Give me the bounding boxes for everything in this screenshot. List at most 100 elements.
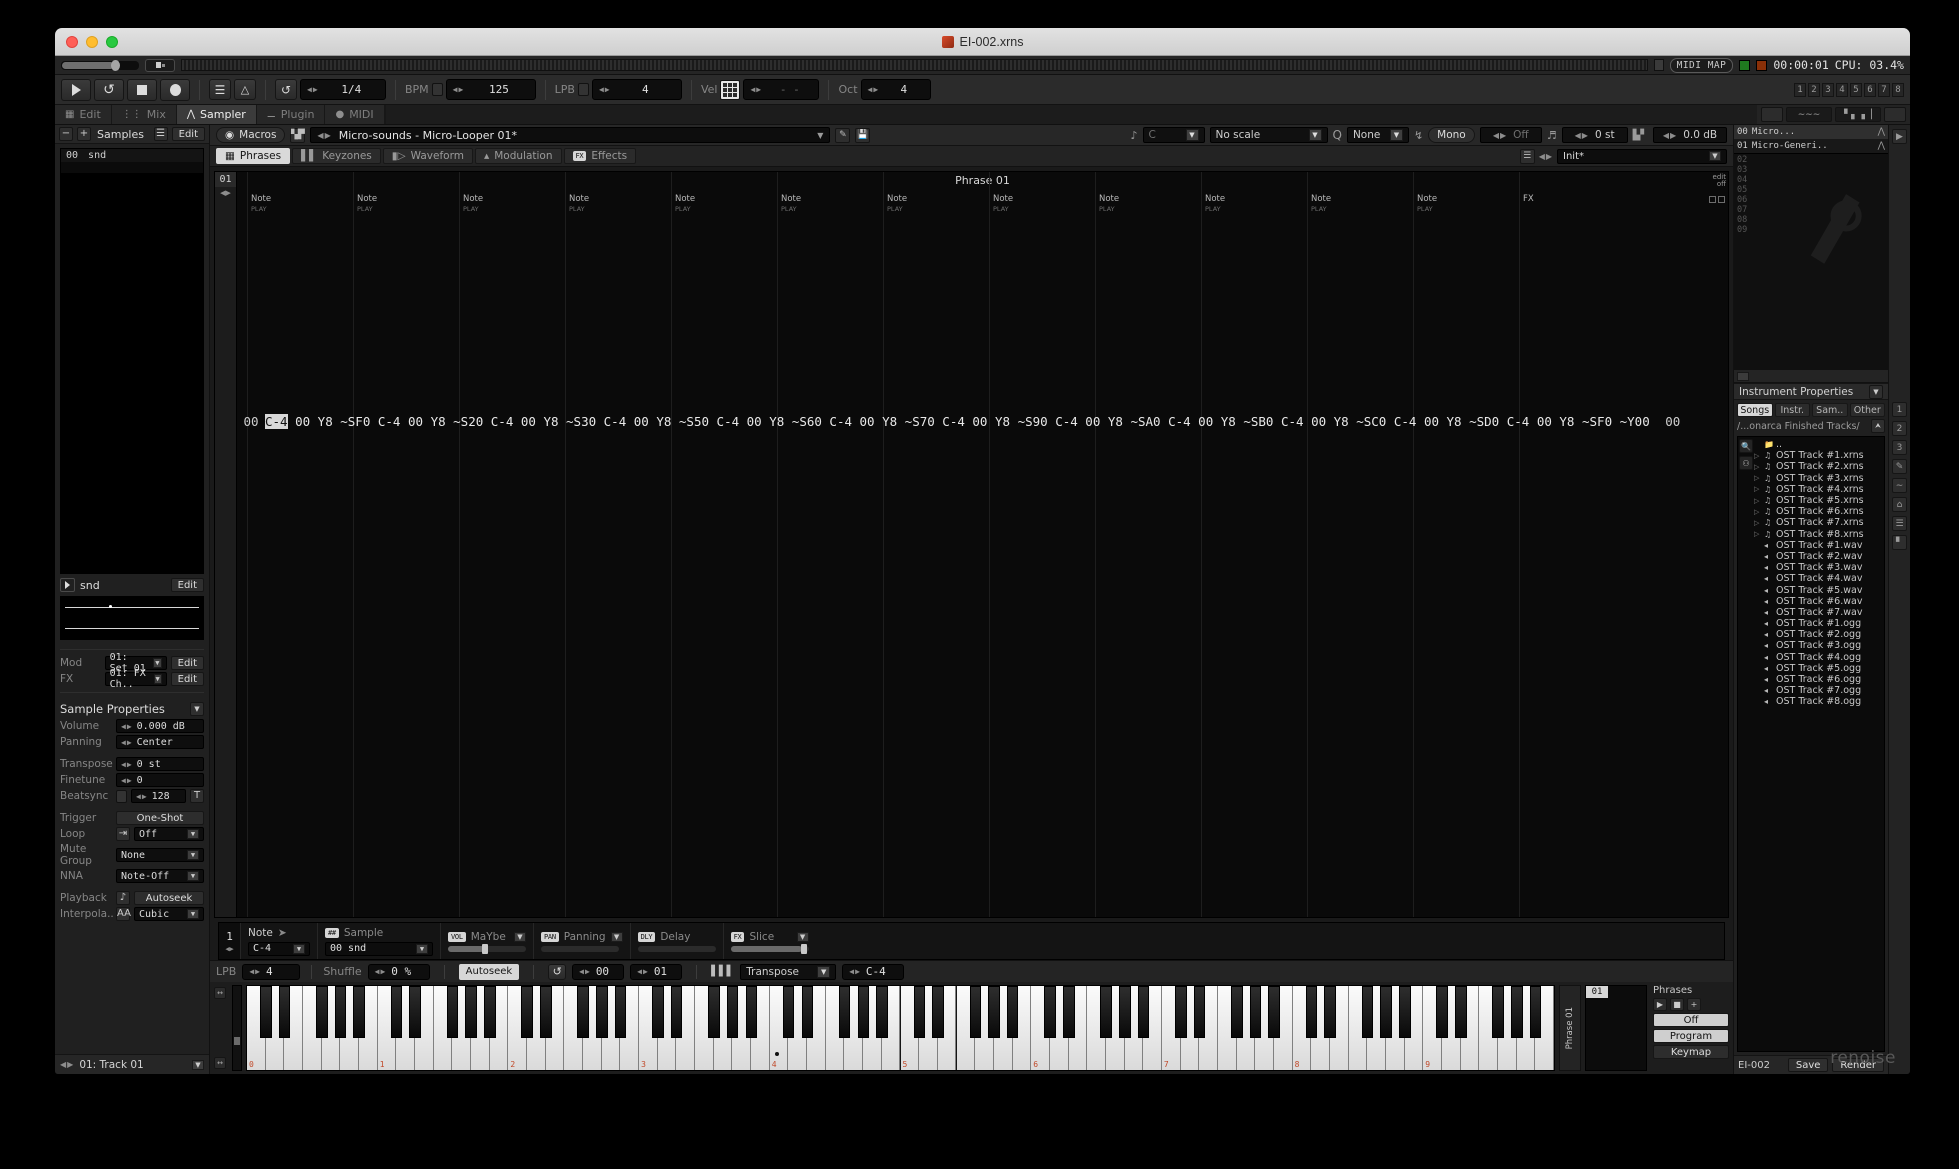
spin-arrows[interactable]: ◀▶ xyxy=(868,85,880,94)
chevron-down-icon[interactable]: ▼ xyxy=(187,829,199,839)
loop-start-field[interactable]: ◀▶ 00 xyxy=(572,963,625,980)
trigger-button[interactable]: One-Shot xyxy=(116,811,204,825)
finetune-field[interactable]: ◀▶ 0 xyxy=(116,773,204,787)
mixer-icon[interactable]: ▘ xyxy=(1892,535,1907,550)
beatsync-toggle[interactable] xyxy=(116,789,127,803)
column-header[interactable]: Note PLAY xyxy=(675,194,695,213)
list-item[interactable]: ▷ ♫ OST Track #4.xrns xyxy=(1754,484,1884,495)
spin-arrows[interactable]: ◀▶ xyxy=(249,967,261,976)
list-item[interactable]: ◂ OST Track #2.ogg xyxy=(1754,629,1884,640)
spin-arrows[interactable]: ◀▶ xyxy=(317,131,331,140)
midi-map-button[interactable]: MIDI MAP xyxy=(1669,57,1734,73)
expand-triangle-icon[interactable]: ▷ xyxy=(1754,474,1761,482)
spin-arrows[interactable]: ◀▶ xyxy=(220,189,231,197)
piano-black-key[interactable] xyxy=(745,986,758,1039)
velocity-pad[interactable] xyxy=(720,79,741,100)
interpolation-dropdown[interactable]: Cubic ▼ xyxy=(134,907,204,921)
remove-sample-button[interactable]: − xyxy=(59,127,73,141)
piano-black-key[interactable] xyxy=(465,986,478,1039)
instrument-name-field[interactable]: ◀▶ Micro-sounds - Micro-Looper 01* ▼ xyxy=(310,127,831,143)
spin-arrows[interactable]: ◀▶ xyxy=(579,967,591,976)
chevron-down-icon[interactable]: ▼ xyxy=(817,965,831,978)
chevron-down-icon[interactable]: ▼ xyxy=(1185,129,1199,141)
piano-black-key[interactable] xyxy=(1174,986,1187,1039)
expand-triangle-icon[interactable]: ▷ xyxy=(1754,485,1761,493)
phrase-stop-icon[interactable]: ■ xyxy=(1670,998,1684,1011)
browser-path[interactable]: /...onarca Finished Tracks/ xyxy=(1737,421,1868,432)
phrase-editor[interactable]: 01 ◀▶ Phrase 01 edit off Note PLAY Note PLA… xyxy=(214,171,1729,918)
speaker-icon[interactable]: ♪ xyxy=(116,891,130,905)
phrase-loop-icon[interactable]: ↺ xyxy=(548,963,567,980)
list-item[interactable]: ▷ ♫ OST Track #2.xrns xyxy=(1754,461,1884,472)
keyboard-scroll-right-icon[interactable]: ↔ xyxy=(214,1057,226,1069)
spin-arrows[interactable]: ◀▶ xyxy=(599,85,611,94)
list-item[interactable]: ◂ OST Track #5.ogg xyxy=(1754,663,1884,674)
piano-black-key[interactable] xyxy=(521,986,534,1039)
seq-slot[interactable]: 4 xyxy=(1836,82,1848,97)
glide-field[interactable]: ◀▶ Off xyxy=(1479,127,1542,143)
velocity-field[interactable]: ◀▶ - - xyxy=(743,79,820,100)
spin-arrows[interactable]: ◀▶ xyxy=(849,967,861,976)
column-header[interactable]: Note PLAY xyxy=(1311,194,1331,213)
piano-black-key[interactable] xyxy=(652,986,664,1039)
seq-slot[interactable]: 7 xyxy=(1878,82,1890,97)
list-item[interactable]: ◂ OST Track #2.wav xyxy=(1754,551,1884,562)
piano-black-key[interactable] xyxy=(1361,986,1374,1039)
piano-black-key[interactable] xyxy=(409,986,421,1039)
piano-black-key[interactable] xyxy=(334,986,347,1039)
search-icon[interactable]: 🔍 xyxy=(1739,439,1753,453)
piano-black-key[interactable] xyxy=(316,986,328,1039)
loop-dropdown[interactable]: Off ▼ xyxy=(134,827,204,841)
master-scope-button[interactable] xyxy=(145,58,175,72)
autoseek-button[interactable]: Autoseek xyxy=(458,963,520,980)
tab-waveform[interactable]: ▮▷ Waveform xyxy=(382,148,473,164)
list-item[interactable]: ◂ OST Track #4.ogg xyxy=(1754,652,1884,663)
instrument-transpose-field[interactable]: ◀▶ 0 st xyxy=(1561,127,1628,143)
list-item[interactable]: ▷ ♫ OST Track #5.xrns xyxy=(1754,495,1884,506)
tab-plugin[interactable]: ⚊ Plugin xyxy=(256,105,326,124)
macros-button[interactable]: ◉ Macros xyxy=(216,127,286,143)
tab-songs[interactable]: Songs xyxy=(1737,403,1773,417)
tab-samples[interactable]: Sam.. xyxy=(1812,403,1848,417)
piano-black-key[interactable] xyxy=(838,986,851,1039)
shuffle-field[interactable]: ◀▶ 0 % xyxy=(367,963,430,980)
seq-slot[interactable]: 6 xyxy=(1864,82,1876,97)
edit-step-loop-icon[interactable]: ↺ xyxy=(275,79,297,100)
preset-dropdown[interactable]: Init* ▼ xyxy=(1557,148,1727,164)
list-item[interactable]: ◂ OST Track #6.ogg xyxy=(1754,674,1884,685)
chevron-down-icon[interactable]: ▼ xyxy=(817,131,823,140)
note-column-index[interactable]: 1 ◀▶ xyxy=(219,923,241,959)
piano-black-key[interactable] xyxy=(1380,986,1392,1039)
piano-black-key[interactable] xyxy=(1100,986,1112,1039)
pattern-matrix-icon[interactable]: 3 xyxy=(1892,440,1907,455)
chevron-down-icon[interactable]: ▼ xyxy=(153,658,162,668)
tab-phrases[interactable]: ▦ Phrases xyxy=(216,148,291,164)
spin-arrows[interactable]: ◀▶ xyxy=(637,967,649,976)
piano-black-key[interactable] xyxy=(801,986,814,1039)
phrase-play-icon[interactable]: ▶ xyxy=(1653,998,1667,1011)
column-header[interactable]: Note PLAY xyxy=(1099,194,1119,213)
tab-instruments[interactable]: Instr. xyxy=(1774,403,1810,417)
piano-black-key[interactable] xyxy=(1193,986,1206,1039)
scope-icon[interactable]: ∼ xyxy=(1892,478,1907,493)
piano-black-key[interactable] xyxy=(1006,986,1019,1039)
piano-black-key[interactable] xyxy=(726,986,739,1039)
chevron-down-icon[interactable]: ▼ xyxy=(1389,129,1403,141)
piano-black-key[interactable] xyxy=(1324,986,1336,1039)
key-dropdown[interactable]: C ▼ xyxy=(1142,127,1205,143)
loop-range-icon[interactable]: ⇥ xyxy=(116,827,130,841)
piano-black-key[interactable] xyxy=(1230,986,1243,1039)
chevron-down-icon[interactable]: ▼ xyxy=(610,931,623,942)
spin-arrows[interactable]: ◀▶ xyxy=(1539,152,1553,161)
expand-triangle-icon[interactable]: ▷ xyxy=(1754,497,1761,505)
seq-slot[interactable]: 3 xyxy=(1822,82,1834,97)
list-item[interactable]: ◂ OST Track #7.wav xyxy=(1754,607,1884,618)
list-item[interactable]: ▷ ♫ OST Track #8.xrns xyxy=(1754,529,1884,540)
delay-slider[interactable] xyxy=(637,945,716,952)
piano-black-key[interactable] xyxy=(484,986,496,1039)
piano-black-key[interactable] xyxy=(1529,986,1542,1039)
instrument-chain-icon[interactable]: ▚▛ xyxy=(290,127,306,143)
spin-arrows[interactable]: ◀▶ xyxy=(225,945,233,953)
fx-slider[interactable] xyxy=(730,943,809,954)
list-icon[interactable]: ☰ xyxy=(153,127,168,141)
